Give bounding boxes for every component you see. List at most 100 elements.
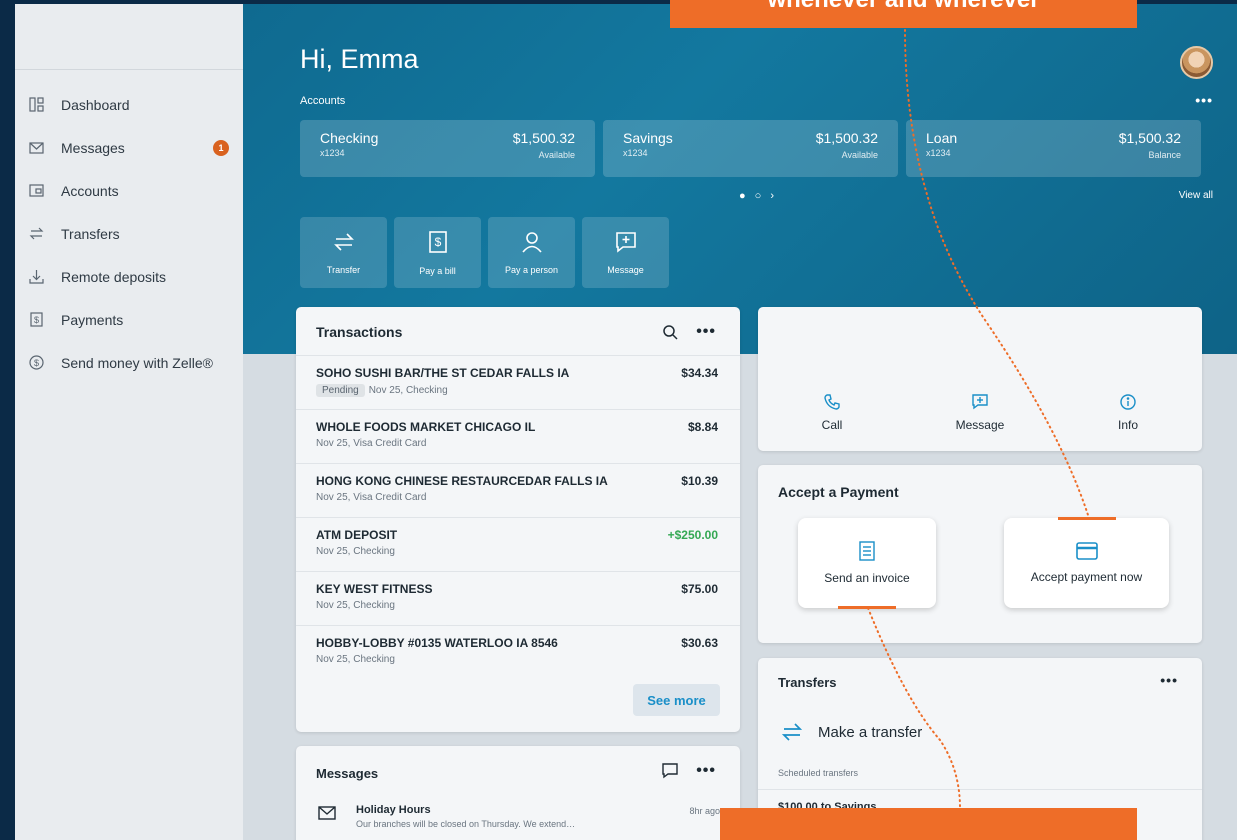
transfers-more-button[interactable]: ••• <box>1160 672 1178 688</box>
make-transfer-button[interactable]: Make a transfer <box>782 722 922 742</box>
avatar[interactable] <box>1180 46 1213 79</box>
transaction-amount: $30.63 <box>681 636 718 650</box>
call-button[interactable]: Call <box>758 394 906 432</box>
transfer-action-button[interactable]: Transfer <box>300 217 387 288</box>
transaction-merchant: HOBBY-LOBBY #0135 WATERLOO IA 8546 <box>316 636 558 650</box>
message-button[interactable]: Message <box>906 394 1054 432</box>
svg-text:$: $ <box>33 358 38 368</box>
phone-icon <box>824 394 840 410</box>
deposit-icon <box>28 269 44 285</box>
sidebar-item-payments[interactable]: $ Payments <box>15 298 243 341</box>
view-all-link[interactable]: View all <box>1179 190 1213 201</box>
transaction-amount: $75.00 <box>681 582 718 596</box>
divider <box>758 789 1202 790</box>
compose-icon[interactable] <box>662 763 678 779</box>
pager-next-button[interactable]: › <box>770 190 774 202</box>
transactions-more-button[interactable]: ••• <box>696 323 716 341</box>
transaction-detail: Nov 25, Checking <box>316 546 395 557</box>
bill-icon: $ <box>428 230 447 253</box>
sidebar-item-messages[interactable]: Messages 1 <box>15 126 243 169</box>
account-amount-label: Available <box>841 150 878 160</box>
sidebar-item-label: Payments <box>61 311 124 328</box>
invoice-icon <box>859 541 875 561</box>
transaction-row[interactable]: ATM DEPOSIT Nov 25, Checking +$250.00 <box>296 517 740 571</box>
logo-area <box>15 4 243 70</box>
accounts-label: Accounts <box>300 95 346 107</box>
make-transfer-label: Make a transfer <box>818 723 923 741</box>
sidebar-item-dashboard[interactable]: Dashboard <box>15 83 243 126</box>
transaction-row[interactable]: SOHO SUSHI BAR/THE ST CEDAR FALLS IA Pen… <box>296 355 740 409</box>
accept-payment-title: Accept a Payment <box>778 484 899 500</box>
wallet-icon <box>28 183 44 199</box>
message-label: Message <box>955 418 1005 432</box>
messages-title: Messages <box>316 766 379 781</box>
transaction-row[interactable]: WHOLE FOODS MARKET CHICAGO IL Nov 25, Vi… <box>296 409 740 463</box>
sidebar-item-remote-deposits[interactable]: Remote deposits <box>15 255 243 298</box>
action-label: Pay a bill <box>419 265 456 276</box>
transaction-detail: Nov 25, Checking <box>316 600 395 611</box>
transfer-icon <box>782 723 802 741</box>
account-number: x1234 <box>926 148 951 158</box>
search-icon[interactable] <box>663 324 678 340</box>
transactions-title: Transactions <box>316 324 403 340</box>
dashboard-icon <box>28 97 44 113</box>
sidebar-item-label: Dashboard <box>61 96 130 113</box>
accounts-more-button[interactable]: ••• <box>1195 92 1213 108</box>
transfer-icon <box>333 232 354 251</box>
sidebar: Dashboard Messages 1 Accounts Transfers <box>15 4 243 840</box>
see-more-button[interactable]: See more <box>633 684 720 716</box>
accept-payment-now-button[interactable]: Accept payment now <box>1004 517 1169 608</box>
message-time: 8hr ago <box>689 806 720 816</box>
unread-badge: 1 <box>213 139 229 156</box>
account-card-loan[interactable]: Loan x1234 $1,500.32 Balance <box>906 120 1201 177</box>
transfer-icon <box>28 226 44 242</box>
account-number: x1234 <box>623 148 648 158</box>
account-card-savings[interactable]: Savings x1234 $1,500.32 Available <box>603 120 898 177</box>
callout-text: whenever and wherever <box>670 0 1137 14</box>
transaction-amount: $34.34 <box>681 366 718 380</box>
message-title: Holiday Hours <box>356 804 431 816</box>
call-label: Call <box>821 418 843 432</box>
sidebar-item-zelle[interactable]: $ Send money with Zelle® <box>15 341 243 384</box>
contact-options: Call Message Info <box>758 394 1202 432</box>
transaction-detail: Nov 25, Checking <box>368 385 448 396</box>
sidebar-item-accounts[interactable]: Accounts <box>15 169 243 212</box>
message-action-button[interactable]: Message <box>582 217 669 288</box>
account-amount: $1,500.32 <box>1118 130 1181 146</box>
account-card-checking[interactable]: Checking x1234 $1,500.32 Available <box>300 120 595 177</box>
pager-dot-active[interactable]: ● <box>739 190 746 202</box>
pay-bill-action-button[interactable]: $ Pay a bill <box>394 217 481 288</box>
app-frame: Dashboard Messages 1 Accounts Transfers <box>15 4 1237 840</box>
pager-dot[interactable]: ○ <box>755 190 762 202</box>
transaction-row[interactable]: HOBBY-LOBBY #0135 WATERLOO IA 8546 Nov 2… <box>296 625 740 679</box>
highlight-bar <box>838 606 896 609</box>
message-icon <box>615 231 636 253</box>
transaction-row[interactable]: HONG KONG CHINESE RESTAURCEDAR FALLS IA … <box>296 463 740 517</box>
svg-text:$: $ <box>434 235 441 249</box>
sidebar-item-label: Remote deposits <box>61 268 167 285</box>
transaction-merchant: ATM DEPOSIT <box>316 528 398 542</box>
quick-actions: Transfer $ Pay a bill Pay a person Messa… <box>300 217 669 288</box>
messages-card: Messages ••• Holiday Hours Our branches … <box>296 746 740 840</box>
accept-payment-card: Accept a Payment Send an invoice Accept … <box>758 465 1202 643</box>
person-icon <box>521 231 542 253</box>
transaction-row[interactable]: KEY WEST FITNESS Nov 25, Checking $75.00 <box>296 571 740 625</box>
send-invoice-button[interactable]: Send an invoice <box>798 518 936 609</box>
highlight-bar <box>1058 517 1116 520</box>
messages-more-button[interactable]: ••• <box>696 762 716 780</box>
transaction-amount: $10.39 <box>681 474 718 488</box>
transaction-merchant: KEY WEST FITNESS <box>316 582 433 596</box>
pay-person-action-button[interactable]: Pay a person <box>488 217 575 288</box>
account-amount: $1,500.32 <box>512 130 575 146</box>
accept-payment-now-label: Accept payment now <box>1030 570 1143 584</box>
info-button[interactable]: Info <box>1054 394 1202 432</box>
sidebar-item-transfers[interactable]: Transfers <box>15 212 243 255</box>
message-preview: Our branches will be closed on Thursday.… <box>356 819 576 829</box>
account-amount: $1,500.32 <box>815 130 878 146</box>
mail-icon <box>318 806 336 820</box>
transaction-merchant: HONG KONG CHINESE RESTAURCEDAR FALLS IA <box>316 474 608 488</box>
account-pager: ● ○ › <box>739 190 774 202</box>
transactions-card: Transactions ••• SOHO SUSHI BAR/THE ST C… <box>296 307 740 732</box>
hero-banner: Hi, Emma Accounts ••• Checking x1234 $1,… <box>243 4 1237 354</box>
pending-badge: Pending <box>316 384 365 397</box>
